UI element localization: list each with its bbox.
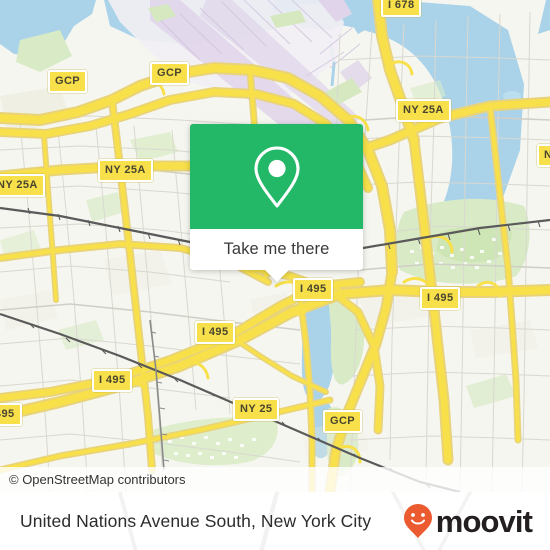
place-name-label: United Nations Avenue South, New York Ci… — [20, 510, 372, 531]
shield-495-left: 495 — [0, 403, 22, 426]
shield-i678: I 678 — [381, 0, 422, 17]
map-attribution[interactable]: © OpenStreetMap contributors — [0, 467, 550, 492]
popup-pointer — [263, 269, 290, 282]
moovit-pin-icon — [403, 504, 432, 538]
shield-ny25a-right: NY 25A — [396, 99, 451, 122]
shield-i495-3: I 495 — [195, 321, 236, 344]
take-me-there-label: Take me there — [223, 240, 330, 258]
moovit-logo[interactable]: moovit — [403, 503, 533, 539]
location-pin-icon — [253, 145, 300, 208]
shield-ny25: NY 25 — [233, 398, 280, 421]
shield-ny25a-left: NY 25A — [0, 174, 45, 197]
shield-gcp-1: GCP — [48, 70, 88, 93]
map-screen: GCP GCP I 678 NY 25A NY 25A NY 25A N I 495 I 495… — [0, 0, 550, 550]
moovit-wordmark: moovit — [435, 503, 533, 539]
shield-gcp-3: GCP — [323, 410, 363, 433]
shield-right-edge: N — [537, 144, 550, 167]
shield-i495-4: I 495 — [92, 369, 133, 392]
popup-header — [190, 124, 363, 229]
location-popup-card[interactable]: Take me there — [190, 124, 363, 282]
shield-i495-2: I 495 — [420, 287, 461, 310]
take-me-there-button[interactable]: Take me there — [190, 229, 363, 270]
shield-gcp-2: GCP — [150, 62, 190, 85]
footer-bar: United Nations Avenue South, New York Ci… — [0, 492, 550, 550]
shield-i495-1: I 495 — [293, 278, 334, 301]
shield-ny25a-mid: NY 25A — [98, 159, 153, 182]
